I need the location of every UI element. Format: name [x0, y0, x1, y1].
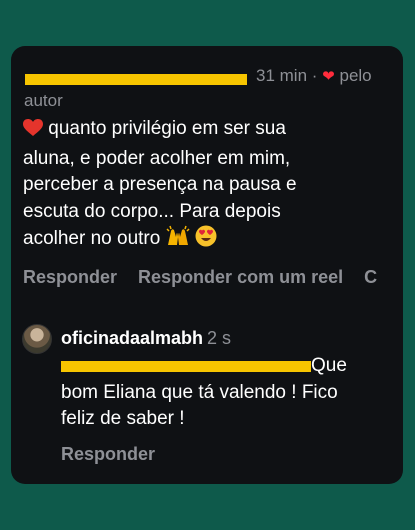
reply-line-2: bom Eliana que tá valendo ! Fico	[61, 381, 338, 403]
raising-hands-emoji	[166, 225, 190, 256]
comment-text: quanto privilégio em ser sua aluna, e po…	[23, 116, 395, 256]
meta-separator: ·	[311, 66, 318, 85]
reply-text: Que bom Eliana que tá valendo ! Fico fel…	[61, 353, 391, 433]
red-heart-emoji	[23, 119, 43, 146]
avatar[interactable]	[22, 324, 52, 354]
reply-username[interactable]: oficinadaalmabh	[61, 328, 203, 348]
heart-eyes-emoji	[195, 225, 217, 256]
reply-line-1: Que	[311, 355, 347, 376]
comment-meta: 31 min · ❤ pelo autor	[24, 64, 396, 113]
reply-button[interactable]: Responder	[23, 267, 117, 287]
reply-reply-button[interactable]: Responder	[61, 444, 155, 465]
reply-time: 2 s	[207, 328, 232, 348]
reply-line-3: feliz de saber !	[61, 408, 185, 429]
comment-line-5: acolher no outro	[23, 228, 161, 249]
heart-icon: ❤	[322, 68, 335, 85]
comment-actions: Responder Responder com um reel C	[23, 267, 393, 288]
more-action-button[interactable]: C	[364, 267, 377, 287]
comment-line-3: perceber a presença na pausa e	[23, 174, 297, 195]
liked-by-author-label: pelo autor	[24, 66, 372, 110]
comment-line-4: escuta do corpo... Para depois	[23, 200, 281, 222]
reply-header: oficinadaalmabh 2 s	[61, 327, 231, 349]
reply-with-reel-button[interactable]: Responder com um reel	[138, 267, 343, 287]
comment-line-1: quanto privilégio em ser sua	[48, 118, 286, 139]
comment-time: 31 min	[256, 66, 308, 85]
comment-card: 31 min · ❤ pelo autor quanto privilégio …	[11, 46, 403, 484]
comment-line-2: aluna, e poder acolher em mim,	[23, 147, 291, 169]
